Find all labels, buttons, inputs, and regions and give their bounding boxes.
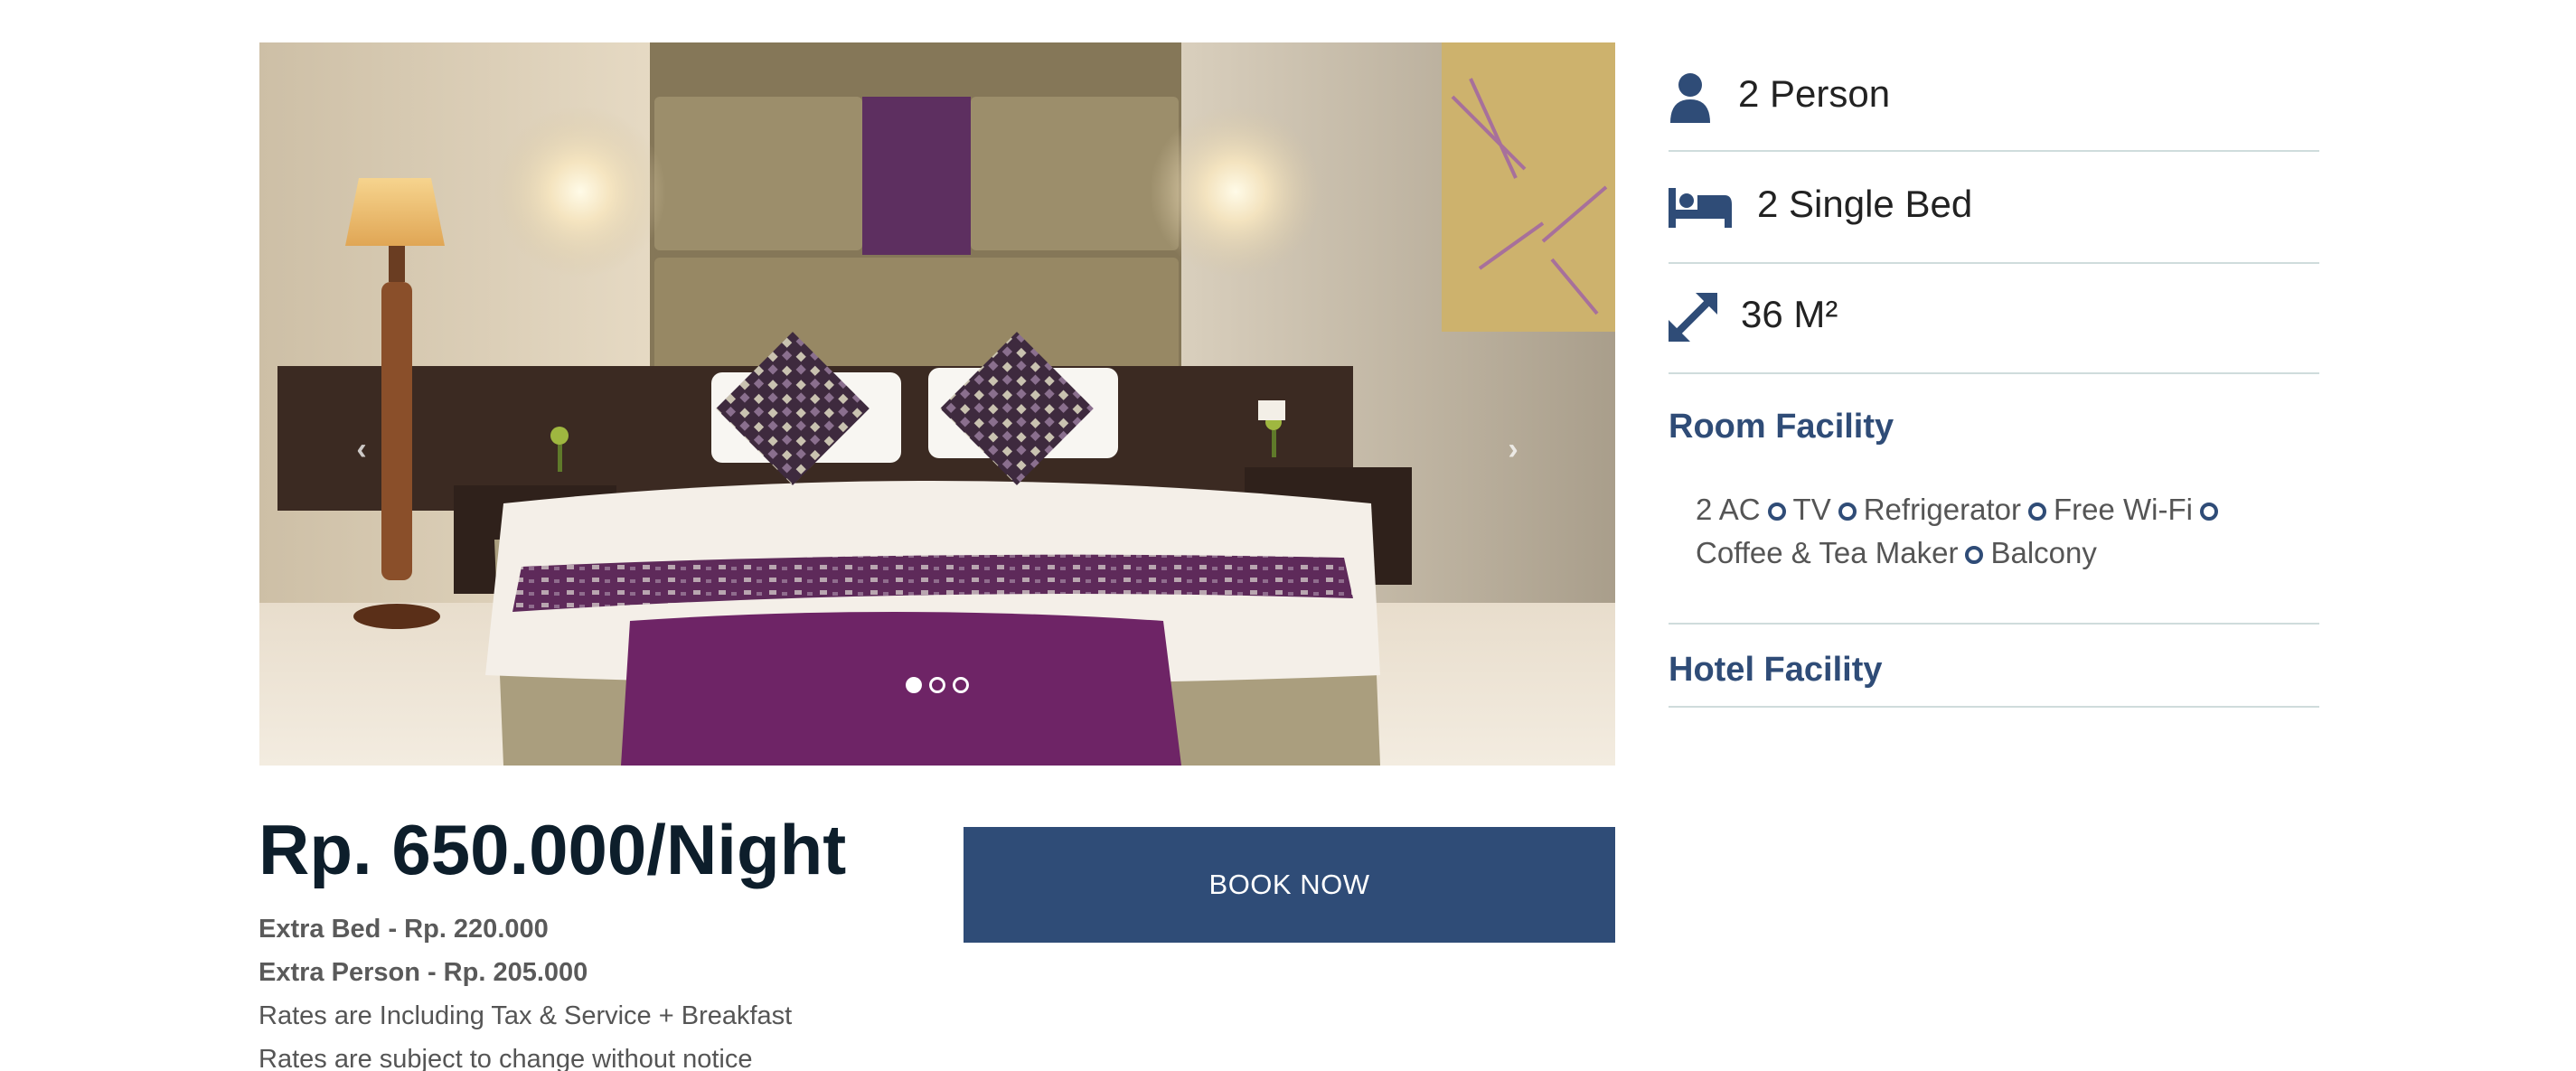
facility-item: Balcony (1990, 536, 2097, 569)
facility-line-1: 2 AC TV Refrigerator Free Wi-Fi (1696, 488, 2274, 531)
circle-bullet-icon (2027, 503, 2046, 521)
beds-text: 2 Single Bed (1757, 183, 1973, 225)
room-facility-list: 2 AC TV Refrigerator Free Wi-Fi Coffee & Te… (1696, 488, 2274, 575)
facility-item: Refrigerator (1863, 493, 2021, 526)
circle-bullet-icon (2199, 503, 2218, 521)
carousel-prev-button[interactable]: ‹ (343, 424, 380, 474)
extra-person-price: Extra Person - Rp. 205.000 (259, 958, 588, 987)
book-now-button[interactable]: BOOK NOW (964, 827, 1615, 943)
divider (1669, 623, 2319, 625)
guests-text: 2 Person (1738, 72, 1891, 115)
facility-item: 2 AC (1696, 493, 1761, 526)
circle-bullet-icon (1838, 503, 1857, 521)
person-icon (1669, 72, 1712, 127)
chevron-right-icon: › (1508, 431, 1518, 466)
circle-bullet-icon (1767, 503, 1786, 521)
extra-bed-price: Extra Bed - Rp. 220.000 (259, 915, 549, 944)
room-price: Rp. 650.000/Night (259, 810, 847, 889)
bed-icon (1669, 188, 1732, 232)
circle-bullet-icon (1965, 546, 1984, 564)
facility-item: TV (1792, 493, 1831, 526)
size-text: 36 M² (1741, 293, 1838, 335)
carousel-dot-1[interactable] (906, 677, 922, 693)
beds-row: 2 Single Bed (1669, 155, 2319, 264)
divider (1669, 706, 2319, 708)
room-photo-carousel[interactable]: ‹ › (259, 42, 1615, 766)
carousel-next-button[interactable]: › (1495, 424, 1531, 474)
rate-note-tax: Rates are Including Tax & Service + Brea… (259, 1001, 793, 1030)
size-row: 36 M² (1669, 266, 2319, 374)
room-photo (259, 42, 1615, 766)
facility-item: Coffee & Tea Maker (1696, 536, 1959, 569)
carousel-dot-2[interactable] (929, 677, 945, 693)
hotel-facility-title[interactable]: Hotel Facility (1669, 651, 1883, 690)
facility-line-2: Coffee & Tea Maker Balcony (1696, 531, 2274, 575)
expand-arrows-icon (1669, 293, 1717, 346)
chevron-left-icon: ‹ (356, 431, 367, 466)
rate-note-change: Rates are subject to change without noti… (259, 1045, 753, 1071)
facility-item: Free Wi-Fi (2053, 493, 2193, 526)
carousel-dot-3[interactable] (953, 677, 969, 693)
carousel-indicators (259, 677, 1615, 693)
room-facility-title: Room Facility (1669, 408, 1894, 446)
guests-row: 2 Person (1669, 45, 2319, 152)
room-detail-page: ‹ › Rp. 650.000/Night Extra Bed - Rp. 22… (0, 0, 2576, 1071)
